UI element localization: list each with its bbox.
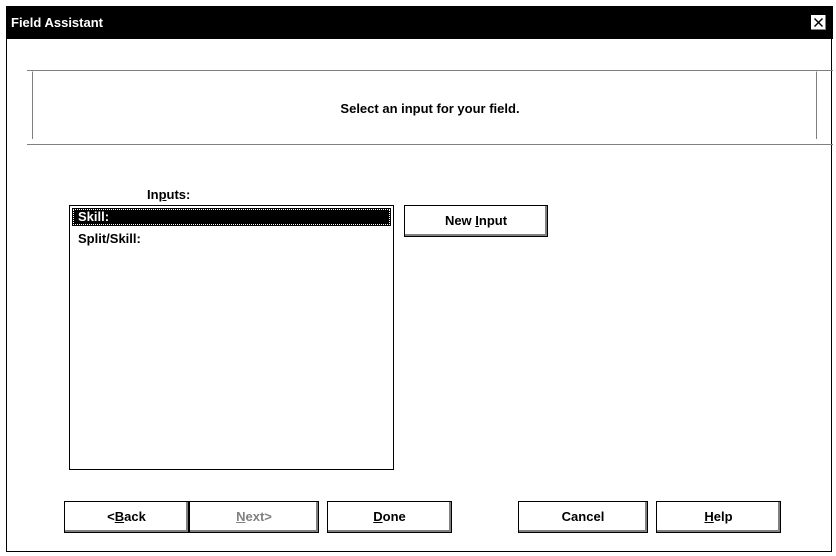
- title-bar[interactable]: Field Assistant: [7, 6, 833, 39]
- list-item-skill[interactable]: Skill:: [72, 208, 391, 226]
- done-button[interactable]: Done: [327, 501, 452, 533]
- help-button[interactable]: Help: [656, 501, 781, 533]
- inputs-listbox[interactable]: Skill: Split/Skill:: [69, 205, 394, 470]
- instruction-text: Select an input for your field.: [340, 101, 520, 116]
- cancel-button[interactable]: Cancel: [518, 501, 648, 533]
- inputs-label: Inputs:: [147, 187, 191, 202]
- list-item-split-skill[interactable]: Split/Skill:: [72, 230, 391, 248]
- new-input-button[interactable]: New Input: [404, 205, 548, 237]
- back-button[interactable]: <Back: [64, 501, 189, 533]
- close-icon: [814, 18, 823, 27]
- close-button[interactable]: [810, 14, 827, 31]
- instruction-panel: Select an input for your field.: [27, 70, 833, 145]
- field-assistant-dialog: Field Assistant Select an input for your…: [6, 6, 833, 552]
- window-title: Field Assistant: [11, 15, 103, 30]
- next-button[interactable]: Next>: [189, 501, 319, 533]
